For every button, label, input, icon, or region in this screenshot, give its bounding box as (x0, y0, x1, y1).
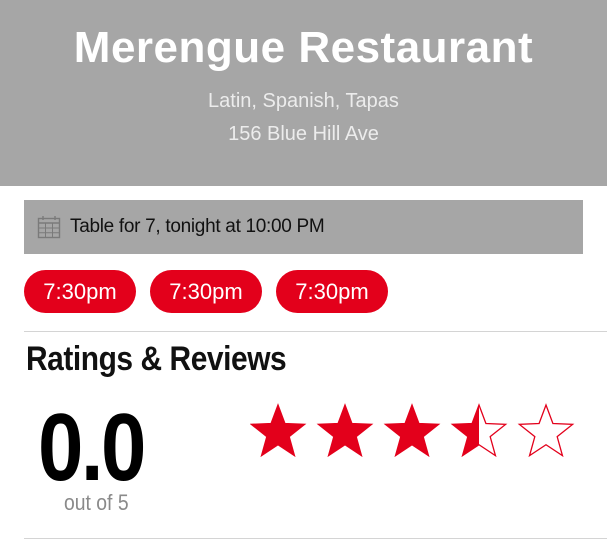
rating-scale-label: out of 5 (64, 490, 129, 515)
reservation-summary-bar[interactable]: Table for 7, tonight at 10:00 PM (24, 200, 583, 254)
star-empty-icon (517, 403, 575, 458)
ratings-section-title: Ratings & Reviews (26, 340, 287, 378)
restaurant-name: Merengue Restaurant (73, 23, 534, 72)
restaurant-detail-page: Merengue Restaurant Latin, Spanish, Tapa… (0, 0, 607, 541)
reservation-summary-text: Table for 7, tonight at 10:00 PM (70, 216, 325, 237)
star-half-icon (450, 403, 508, 458)
time-slot-button[interactable]: 7:30pm (150, 270, 262, 313)
star-full-icon (316, 403, 374, 458)
section-divider (24, 331, 607, 332)
star-rating (250, 403, 575, 458)
star-full-icon (250, 403, 307, 458)
section-divider (24, 538, 607, 539)
star-full-icon (383, 403, 441, 458)
restaurant-address: 156 Blue Hill Ave (228, 123, 379, 145)
rating-score: 0.0 (38, 394, 146, 501)
time-slot-list: 7:30pm 7:30pm 7:30pm (24, 270, 402, 313)
time-slot-button[interactable]: 7:30pm (24, 270, 136, 313)
calendar-icon (37, 215, 61, 239)
time-slot-button[interactable]: 7:30pm (276, 270, 388, 313)
restaurant-cuisine: Latin, Spanish, Tapas (208, 90, 399, 112)
restaurant-header: Merengue Restaurant Latin, Spanish, Tapa… (0, 0, 607, 186)
